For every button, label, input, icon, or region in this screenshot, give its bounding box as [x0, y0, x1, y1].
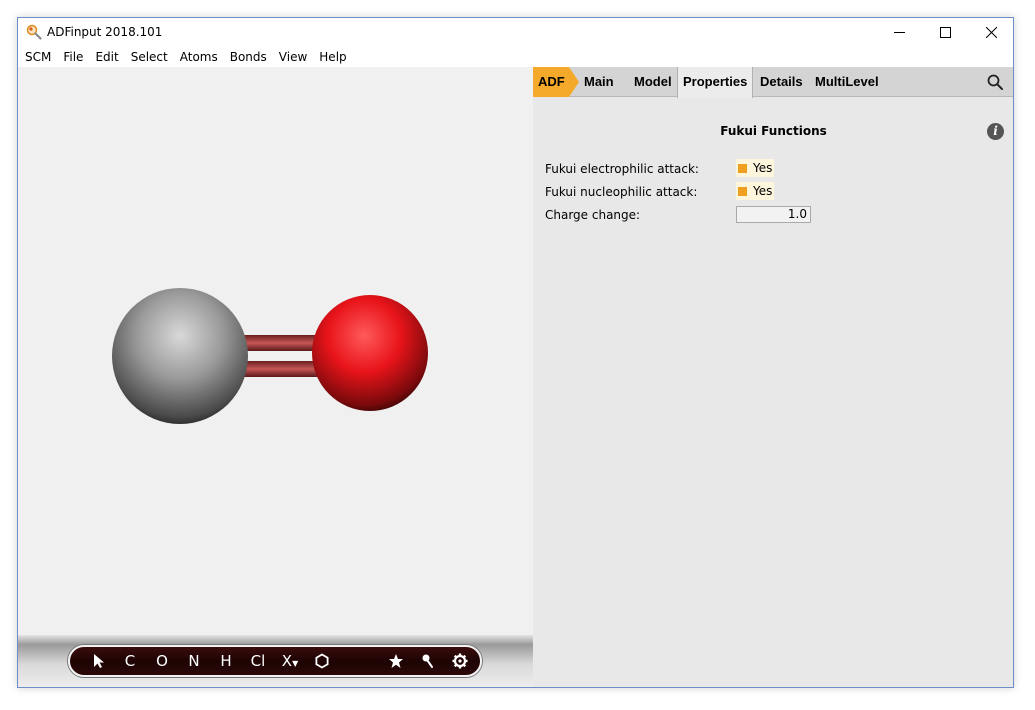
gear-icon[interactable]: [444, 653, 476, 669]
molecule-viewport[interactable]: C O N H Cl X▼: [18, 67, 533, 687]
electrophilic-checkbox[interactable]: Yes: [736, 159, 774, 177]
info-icon[interactable]: i: [987, 123, 1004, 140]
tool-other-label: X: [281, 651, 293, 670]
tool-nitrogen[interactable]: N: [178, 653, 210, 669]
menu-bonds[interactable]: Bonds: [230, 50, 267, 64]
nucleophilic-value: Yes: [753, 184, 773, 198]
molecule-view: [112, 288, 428, 424]
app-window: ADFinput 2018.101 SCM File Edit Select A…: [17, 17, 1014, 688]
properties-panel: ADF Main Model Properties Details MultiL…: [533, 67, 1013, 687]
menu-bar: SCM File Edit Select Atoms Bonds View He…: [18, 47, 1013, 67]
minimize-icon: [893, 32, 905, 33]
ring-hexagon-icon[interactable]: [306, 653, 338, 669]
atom-toolbar: C O N H Cl X▼: [68, 645, 482, 677]
dropdown-triangle-icon: ▼: [292, 658, 299, 668]
checkbox-mark: [738, 163, 747, 173]
tab-adf[interactable]: ADF: [533, 67, 579, 97]
tab-model[interactable]: Model: [634, 67, 672, 97]
pin-icon[interactable]: [412, 653, 444, 669]
menu-atoms[interactable]: Atoms: [180, 50, 218, 64]
charge-change-input[interactable]: 1.0: [736, 206, 811, 223]
maximize-icon: [939, 27, 951, 38]
tool-chlorine[interactable]: Cl: [242, 653, 274, 669]
tool-other-element[interactable]: X▼: [274, 651, 306, 670]
tool-carbon[interactable]: C: [114, 653, 146, 669]
adfinput-app-icon: [26, 24, 42, 40]
tool-oxygen[interactable]: O: [146, 653, 178, 669]
menu-scm[interactable]: SCM: [25, 50, 51, 64]
menu-select[interactable]: Select: [131, 50, 168, 64]
star-icon[interactable]: [380, 653, 412, 669]
tab-main[interactable]: Main: [584, 67, 614, 97]
menu-file[interactable]: File: [63, 50, 83, 64]
tool-hydrogen[interactable]: H: [210, 653, 242, 669]
close-button[interactable]: [968, 18, 1013, 47]
oxygen-atom[interactable]: [312, 295, 428, 411]
nucleophilic-checkbox[interactable]: Yes: [736, 182, 774, 200]
tab-properties[interactable]: Properties: [677, 67, 754, 98]
tab-details[interactable]: Details: [760, 67, 803, 97]
menu-help[interactable]: Help: [319, 50, 346, 64]
title-bar: ADFinput 2018.101: [18, 18, 1013, 47]
tab-bar: ADF Main Model Properties Details MultiL…: [533, 67, 1013, 98]
menu-view[interactable]: View: [279, 50, 307, 64]
charge-change-label: Charge change:: [545, 208, 641, 222]
close-icon: [985, 27, 997, 38]
electrophilic-label: Fukui electrophilic attack:: [545, 162, 699, 176]
checkbox-mark: [738, 186, 747, 196]
window-title: ADFinput 2018.101: [47, 25, 163, 39]
nucleophilic-label: Fukui nucleophilic attack:: [545, 185, 698, 199]
section-title: Fukui Functions: [720, 124, 827, 138]
tab-multilevel[interactable]: MultiLevel: [815, 67, 879, 97]
electrophilic-value: Yes: [753, 161, 773, 175]
menu-edit[interactable]: Edit: [95, 50, 118, 64]
minimize-button[interactable]: [876, 18, 922, 47]
search-icon[interactable]: [987, 74, 1003, 90]
select-arrow-icon[interactable]: [84, 653, 114, 669]
carbon-atom[interactable]: [112, 288, 248, 424]
maximize-button[interactable]: [922, 18, 968, 47]
